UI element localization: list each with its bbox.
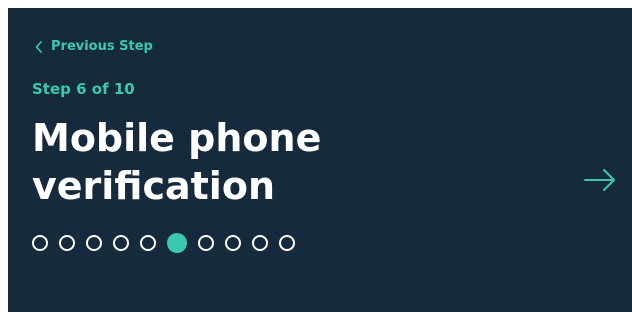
step-dot[interactable] <box>252 235 268 251</box>
page-title-line-2: verification <box>32 164 275 208</box>
step-dot[interactable] <box>198 235 214 251</box>
arrow-right-icon <box>583 168 617 195</box>
chevron-left-icon <box>35 40 43 53</box>
page-title-line-1: Mobile phone <box>32 116 322 160</box>
step-panel: Previous Step Step 6 of 10 Mobile phone v… <box>8 8 632 312</box>
next-step-button[interactable] <box>582 166 618 196</box>
step-counter: Step 6 of 10 <box>32 80 135 98</box>
step-dot[interactable] <box>86 235 102 251</box>
step-dot[interactable] <box>279 235 295 251</box>
page-title: Mobile phone verification <box>32 114 552 210</box>
step-dot[interactable] <box>32 235 48 251</box>
previous-step-link[interactable]: Previous Step <box>35 39 153 54</box>
step-dot[interactable] <box>225 235 241 251</box>
step-dot-active[interactable] <box>167 233 187 253</box>
step-dot[interactable] <box>113 235 129 251</box>
previous-step-label: Previous Step <box>51 39 153 54</box>
step-dot[interactable] <box>59 235 75 251</box>
step-progress-dots <box>32 233 295 253</box>
step-dot[interactable] <box>140 235 156 251</box>
